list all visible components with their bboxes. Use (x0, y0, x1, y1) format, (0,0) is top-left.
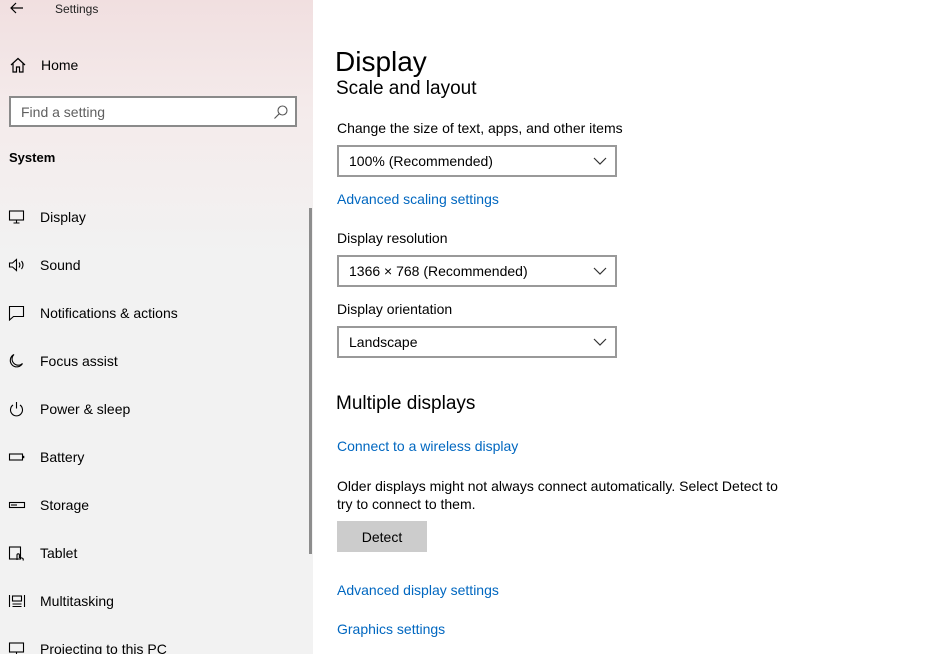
app-title: Settings (55, 2, 99, 16)
sidebar-item-multitasking[interactable]: Multitasking (0, 584, 310, 632)
sidebar-item-label: Projecting to this PC (40, 641, 167, 654)
speaker-icon (8, 258, 24, 272)
sidebar-item-label: Notifications & actions (40, 305, 178, 321)
resolution-dropdown[interactable]: 1366 × 768 (Recommended) (337, 255, 617, 287)
search-icon[interactable] (273, 104, 289, 120)
multitasking-icon (8, 595, 26, 608)
orientation-label: Display orientation (337, 301, 453, 317)
orientation-value: Landscape (349, 334, 418, 350)
sidebar-nav: Display Sound Notifications & actions Fo… (0, 200, 310, 654)
multiple-displays-title: Multiple displays (336, 393, 476, 414)
sidebar-item-home[interactable]: Home (0, 50, 313, 80)
title-bar: Settings (0, 0, 313, 20)
advanced-scaling-link[interactable]: Advanced scaling settings (337, 191, 499, 207)
sidebar-item-storage[interactable]: Storage (0, 488, 310, 536)
power-icon (9, 402, 24, 417)
sidebar-item-battery[interactable]: Battery (0, 440, 310, 488)
wireless-display-link[interactable]: Connect to a wireless display (337, 438, 518, 454)
advanced-display-link[interactable]: Advanced display settings (337, 582, 499, 598)
sidebar-scrollbar[interactable] (309, 208, 312, 554)
page-title: Display (335, 46, 437, 78)
sidebar-item-label: Sound (40, 257, 81, 273)
search-box[interactable] (9, 96, 297, 127)
sidebar-item-label: Multitasking (40, 593, 114, 609)
sidebar-item-label: Storage (40, 497, 90, 513)
detect-description: Older displays might not always connect … (337, 478, 778, 512)
detect-button[interactable]: Detect (337, 521, 427, 552)
sidebar: Settings Home System Display Sound (0, 0, 313, 654)
search-input[interactable] (11, 98, 266, 125)
scale-label: Change the size of text, apps, and other… (337, 120, 623, 136)
sidebar-item-label: Display (40, 209, 86, 225)
sidebar-item-label: Battery (40, 449, 85, 465)
sidebar-item-notifications[interactable]: Notifications & actions (0, 296, 310, 344)
scale-dropdown[interactable]: 100% (Recommended) (337, 145, 617, 177)
scale-section-title: Scale and layout (336, 78, 477, 99)
sidebar-item-focus-assist[interactable]: Focus assist (0, 344, 310, 392)
back-button[interactable] (6, 0, 28, 17)
resolution-label: Display resolution (337, 230, 448, 246)
back-arrow-icon (10, 2, 23, 14)
sidebar-item-power-sleep[interactable]: Power & sleep (0, 392, 310, 440)
section-label: System (9, 150, 56, 165)
scale-value: 100% (Recommended) (349, 153, 493, 169)
main-content: Display Scale and layout Change the size… (313, 0, 925, 654)
moon-icon (9, 354, 23, 368)
sidebar-item-display[interactable]: Display (0, 200, 310, 248)
sidebar-item-label: Power & sleep (40, 401, 131, 417)
projector-icon (8, 642, 25, 654)
chevron-down-icon (593, 338, 607, 346)
chevron-down-icon (593, 267, 607, 275)
sidebar-item-label: Focus assist (40, 353, 118, 369)
tablet-icon (8, 546, 24, 561)
storage-icon (8, 501, 26, 509)
chevron-down-icon (593, 157, 607, 165)
orientation-dropdown[interactable]: Landscape (337, 326, 617, 358)
graphics-settings-link[interactable]: Graphics settings (337, 621, 445, 637)
monitor-icon (8, 210, 25, 224)
battery-icon (8, 453, 25, 461)
sidebar-item-label: Home (41, 57, 79, 73)
resolution-value: 1366 × 768 (Recommended) (349, 263, 528, 279)
home-icon (10, 57, 26, 73)
sidebar-item-tablet[interactable]: Tablet (0, 536, 310, 584)
sidebar-item-label: Tablet (40, 545, 78, 561)
sidebar-item-projecting[interactable]: Projecting to this PC (0, 632, 310, 654)
message-icon (8, 305, 25, 321)
sidebar-item-sound[interactable]: Sound (0, 248, 310, 296)
